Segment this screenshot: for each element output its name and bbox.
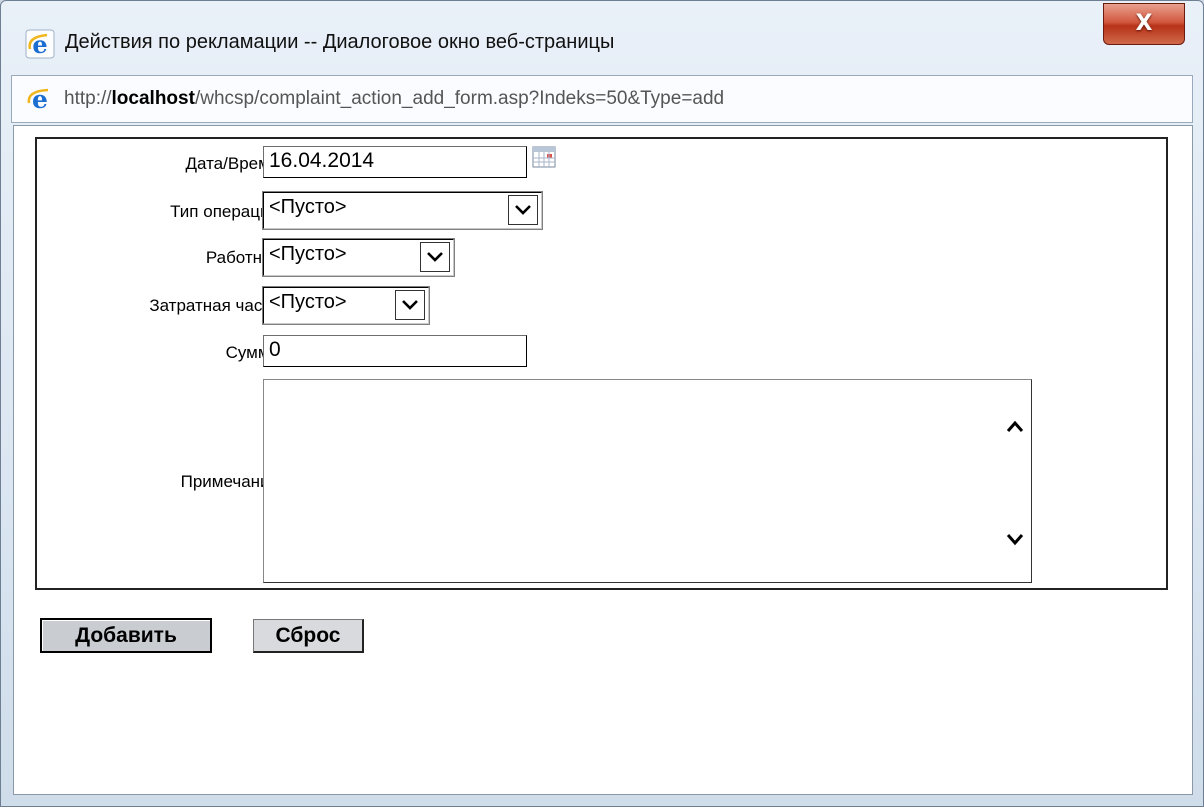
chevron-down-icon[interactable] [508,195,538,225]
worker-value: <Пусто> [269,243,347,265]
chevron-up-icon[interactable] [1001,414,1029,440]
url-prefix: http:// [64,88,112,109]
note-textarea[interactable] [263,379,1032,583]
calendar-icon[interactable] [532,145,556,169]
address-bar: e http://localhost/whcsp/complaint_actio… [11,75,1193,123]
add-button[interactable]: Добавить [40,618,212,653]
operation-type-select[interactable]: <Пусто> [262,191,543,230]
worker-select[interactable]: <Пусто> [262,238,455,277]
cost-part-label: Затратная часть [149,296,279,315]
url-host: localhost [111,88,195,109]
form-panel: Дата/Время 16.04.2014 Тип операции <Пуст… [35,137,1168,590]
address-url: http://localhost/whcsp/complaint_action_… [64,88,724,110]
title-bar[interactable]: e Действия по рекламации -- Диалоговое о… [1,1,1203,85]
date-input[interactable]: 16.04.2014 [263,146,527,178]
ie-icon: e [26,85,54,114]
window-title: Действия по рекламации -- Диалоговое окн… [65,31,615,53]
dialog-window: e Действия по рекламации -- Диалоговое о… [0,0,1204,807]
chevron-down-icon[interactable] [420,242,450,272]
operation-type-value: <Пусто> [269,196,347,218]
page-content: Дата/Время 16.04.2014 Тип операции <Пуст… [13,125,1193,795]
url-path: /whcsp/complaint_action_add_form.asp?Ind… [194,88,725,109]
reset-button[interactable]: Сброс [253,619,364,653]
chevron-down-icon[interactable] [1001,526,1029,552]
cost-part-select[interactable]: <Пусто> [262,286,430,325]
cost-part-value: <Пусто> [269,291,347,313]
chevron-down-icon[interactable] [395,290,425,320]
close-button[interactable]: X [1103,3,1185,45]
sum-input[interactable]: 0 [263,335,527,367]
ie-icon: e [25,29,55,59]
